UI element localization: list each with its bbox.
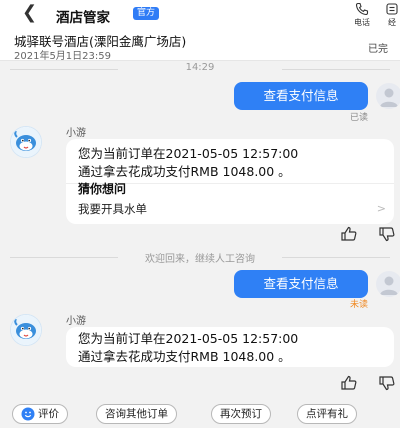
user-avatar — [376, 83, 400, 109]
other-orders-chip[interactable]: 咨询其他订单 — [96, 404, 177, 424]
thumbs-up-icon[interactable] — [340, 226, 358, 242]
phone-icon — [355, 2, 369, 16]
top-navigation-bar: ❮ 酒店管家 官方 电话 经 — [0, 0, 400, 28]
bot-message-line: 您为当前订单在2021-05-05 12:57:00 — [78, 331, 299, 346]
bot-message-line: 您为当前订单在2021-05-05 12:57:00 — [78, 146, 299, 161]
chevron-left-icon: ❮ — [22, 2, 38, 23]
user-avatar-icon — [380, 88, 398, 107]
system-notice: 欢迎回来，继续人工咨询 — [0, 250, 400, 265]
order-date: 2021年5月1日23:59 — [14, 51, 111, 62]
bot-avatar — [10, 126, 42, 158]
smile-icon — [21, 407, 35, 421]
suggested-question-item[interactable]: 我要开具水单 — [78, 201, 147, 217]
thumbs-down-icon[interactable] — [378, 226, 396, 242]
bot-avatar — [10, 314, 42, 346]
official-badge: 官方 — [133, 7, 160, 20]
quick-reply-bar: 评价 咨询其他订单 再次预订 点评有礼 — [0, 398, 400, 428]
bot-message-card: 您为当前订单在2021-05-05 12:57:00 通过拿去花成功支付RMB … — [66, 327, 394, 367]
chevron-right-icon: > — [376, 202, 386, 215]
thumbs-up-icon[interactable] — [340, 375, 358, 391]
user-message-bubble[interactable]: 查看支付信息 — [234, 270, 368, 298]
rate-chip[interactable]: 评价 — [12, 404, 68, 424]
rebook-chip[interactable]: 再次预订 — [211, 404, 271, 424]
phone-button[interactable]: 电话 — [349, 2, 375, 28]
bot-message-text: 您为当前订单在2021-05-05 12:57:00 通过拿去花成功支付RMB … — [78, 330, 384, 366]
dolphin-mascot-icon — [11, 315, 41, 345]
bot-message-line: 通过拿去花成功支付RMB 1048.00 。 — [78, 349, 291, 364]
unread-status: 未读 — [349, 300, 368, 310]
bot-sender-name: 小游 — [66, 316, 86, 327]
time-separator: 14:29 — [0, 62, 400, 73]
user-avatar — [376, 271, 400, 297]
back-button[interactable]: ❮ — [22, 4, 37, 22]
thumbs-down-icon[interactable] — [378, 375, 396, 391]
bot-message-text: 您为当前订单在2021-05-05 12:57:00 通过拿去花成功支付RMB … — [78, 145, 384, 181]
review-gift-chip[interactable]: 点评有礼 — [297, 404, 357, 424]
user-avatar-icon — [380, 276, 398, 295]
hotel-order-bar[interactable]: 城驿联号酒店(溧阳金鹰广场店) 2021年5月1日23:59 已完 — [0, 28, 400, 62]
page-title: 酒店管家 — [56, 10, 110, 26]
more-label: 经 — [388, 18, 396, 27]
bot-message-line: 通过拿去花成功支付RMB 1048.00 。 — [78, 164, 291, 179]
rate-chip-label: 评价 — [38, 408, 59, 420]
phone-label: 电话 — [354, 18, 370, 27]
suggested-questions-title: 猜你想问 — [78, 182, 127, 196]
user-message-bubble[interactable]: 查看支付信息 — [234, 82, 368, 110]
bot-message-card: 您为当前订单在2021-05-05 12:57:00 通过拿去花成功支付RMB … — [66, 139, 394, 224]
order-status: 已完 — [368, 44, 388, 55]
read-status: 已读 — [349, 113, 368, 123]
more-button[interactable]: 经 — [381, 2, 400, 28]
more-icon — [386, 3, 398, 15]
bot-sender-name: 小游 — [66, 128, 86, 139]
dolphin-mascot-icon — [11, 127, 41, 157]
